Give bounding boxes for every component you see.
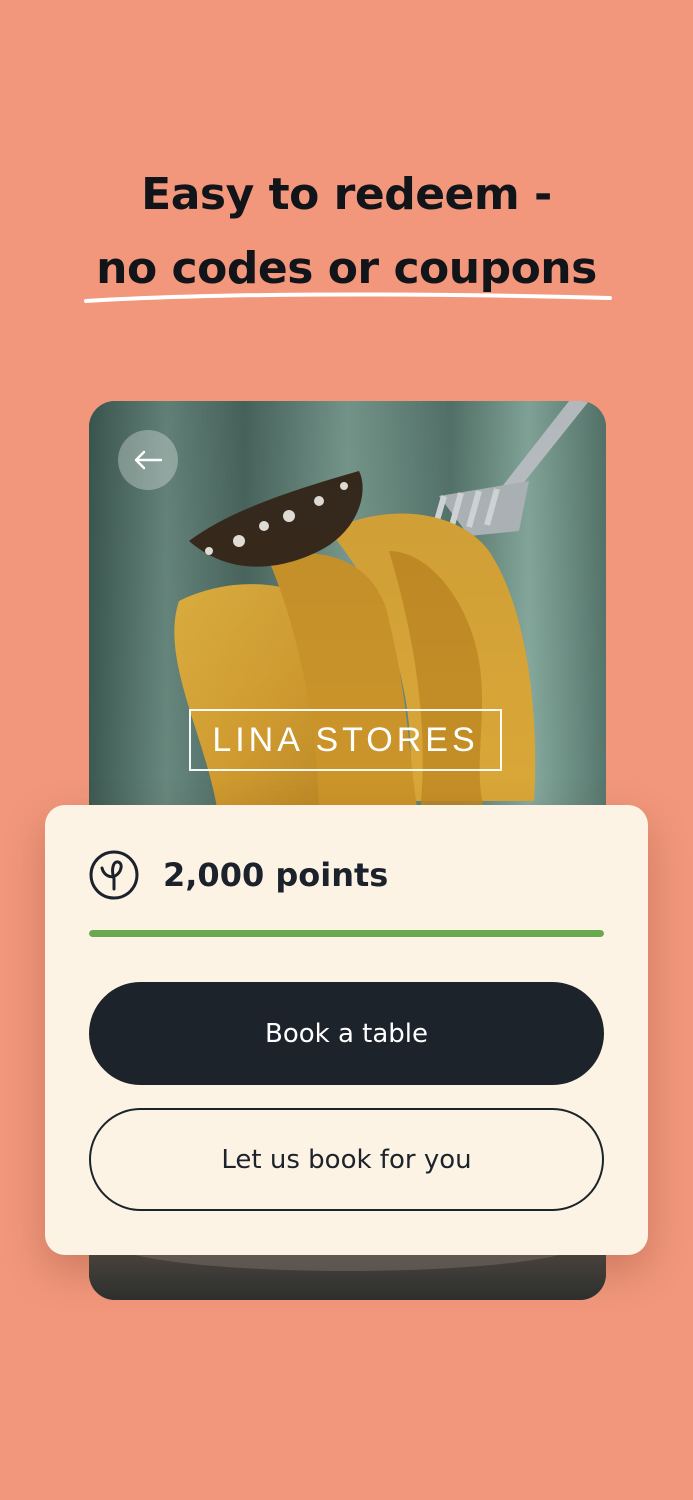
headline: Easy to redeem - no codes or coupons [0,158,693,306]
back-button[interactable] [118,430,178,490]
points-progress-bar [89,930,604,937]
headline-line-1: Easy to redeem - [141,169,552,220]
headline-underline [84,292,612,303]
restaurant-logo: LINA STORES [189,709,502,771]
let-us-book-button[interactable]: Let us book for you [89,1108,604,1211]
points-logo-icon [89,850,139,900]
points-label: 2,000 points [163,856,389,894]
book-table-button[interactable]: Book a table [89,982,604,1085]
points-row: 2,000 points [89,849,388,901]
arrow-left-icon [134,450,163,470]
offer-panel: 2,000 points Book a table Let us book fo… [45,805,648,1255]
points-progress-fill [89,930,604,937]
